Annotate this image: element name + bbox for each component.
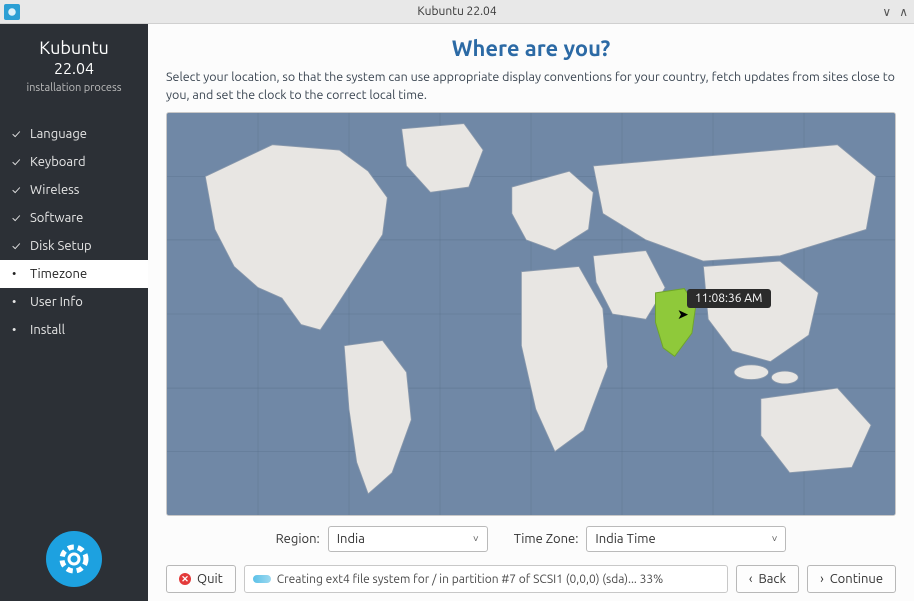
sidebar-step-install[interactable]: Install bbox=[0, 316, 148, 344]
cursor-icon: ➤ bbox=[677, 306, 689, 323]
quit-label: Quit bbox=[197, 572, 223, 586]
app-icon bbox=[4, 4, 20, 20]
chevron-right-icon: › bbox=[820, 572, 824, 586]
sidebar-step-label: User Info bbox=[30, 295, 83, 309]
back-button[interactable]: ‹ Back bbox=[736, 565, 799, 593]
chevron-left-icon: ‹ bbox=[749, 572, 753, 586]
timezone-label: Time Zone: bbox=[514, 532, 579, 546]
window-title: Kubuntu 22.04 bbox=[417, 5, 496, 18]
progress-message: Creating ext4 file system for / in parti… bbox=[277, 573, 663, 586]
sidebar-step-label: Software bbox=[30, 211, 83, 225]
page-instructions: Select your location, so that the system… bbox=[166, 69, 896, 104]
sidebar-step-software[interactable]: Software bbox=[0, 204, 148, 232]
timezone-select[interactable]: India Time ˅ bbox=[586, 526, 786, 552]
check-icon bbox=[12, 128, 24, 141]
sidebar-step-keyboard[interactable]: Keyboard bbox=[0, 148, 148, 176]
check-icon bbox=[12, 156, 24, 169]
sidebar-step-label: Install bbox=[30, 323, 65, 337]
progress-status: Creating ext4 file system for / in parti… bbox=[244, 565, 728, 593]
map-time-tooltip: 11:08:36 AM bbox=[687, 289, 771, 308]
close-icon: ✕ bbox=[179, 573, 191, 585]
check-icon bbox=[12, 212, 24, 225]
chevron-down-icon: ˅ bbox=[473, 533, 479, 545]
quit-button[interactable]: ✕ Quit bbox=[166, 565, 236, 593]
sidebar-step-disk-setup[interactable]: Disk Setup bbox=[0, 232, 148, 260]
bullet-icon bbox=[12, 296, 24, 309]
sidebar-step-user-info[interactable]: User Info bbox=[0, 288, 148, 316]
step-list: Language Keyboard Wireless Software Disk Set… bbox=[0, 120, 148, 344]
sidebar-step-label: Disk Setup bbox=[30, 239, 92, 253]
check-icon bbox=[12, 184, 24, 197]
sidebar-step-label: Keyboard bbox=[30, 155, 86, 169]
sidebar-step-language[interactable]: Language bbox=[0, 120, 148, 148]
sidebar: Kubuntu 22.04 installation process Langu… bbox=[0, 24, 148, 601]
maximize-icon[interactable]: ∧ bbox=[899, 5, 908, 19]
sidebar-step-timezone[interactable]: • Timezone bbox=[0, 260, 148, 288]
timezone-value: India Time bbox=[595, 532, 655, 546]
brand-block: Kubuntu 22.04 installation process bbox=[0, 34, 148, 108]
location-selectors: Region: India ˅ Time Zone: India Time ˅ bbox=[166, 516, 896, 558]
page-title: Where are you? bbox=[166, 36, 896, 61]
continue-button[interactable]: › Continue bbox=[807, 565, 896, 593]
distro-logo bbox=[0, 531, 148, 587]
check-icon bbox=[12, 240, 24, 253]
progress-spinner-icon bbox=[253, 575, 271, 583]
kubuntu-gear-icon bbox=[46, 531, 102, 587]
chevron-down-icon: ˅ bbox=[772, 533, 778, 545]
minimize-icon[interactable]: ∨ bbox=[882, 5, 891, 19]
world-map[interactable]: ➤ 11:08:36 AM bbox=[166, 112, 896, 516]
bottom-bar: ✕ Quit Creating ext4 file system for / i… bbox=[166, 558, 896, 593]
region-select[interactable]: India ˅ bbox=[328, 526, 488, 552]
sidebar-step-label: Wireless bbox=[30, 183, 79, 197]
sidebar-step-wireless[interactable]: Wireless bbox=[0, 176, 148, 204]
back-label: Back bbox=[759, 572, 787, 586]
continue-label: Continue bbox=[830, 572, 883, 586]
brand-name: Kubuntu bbox=[0, 38, 148, 58]
region-value: India bbox=[337, 532, 365, 546]
titlebar: Kubuntu 22.04 ∨ ∧ bbox=[0, 0, 914, 24]
brand-version: 22.04 bbox=[0, 60, 148, 78]
bullet-icon bbox=[12, 324, 24, 337]
sidebar-step-label: Language bbox=[30, 127, 87, 141]
sidebar-step-label: Timezone bbox=[30, 267, 87, 281]
region-label: Region: bbox=[276, 532, 320, 546]
bullet-icon: • bbox=[12, 268, 24, 281]
content-area: Where are you? Select your location, so … bbox=[148, 24, 914, 601]
brand-subtitle: installation process bbox=[0, 82, 148, 94]
